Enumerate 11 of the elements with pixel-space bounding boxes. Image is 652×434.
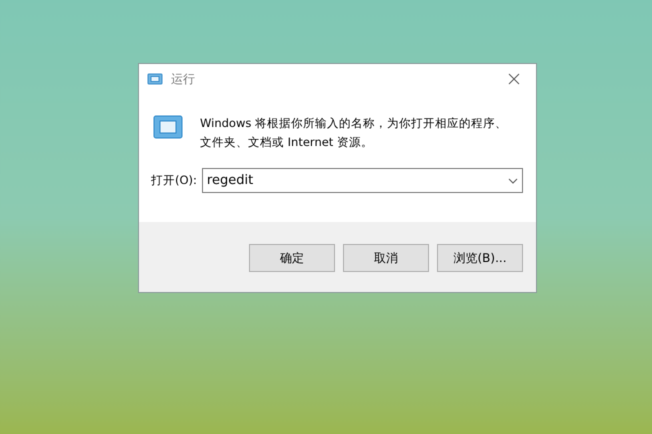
dialog-button[interactable]: 确定	[249, 244, 335, 272]
dialog-button[interactable]: 浏览(B)...	[437, 244, 523, 272]
run-icon	[147, 73, 163, 85]
window-title: 运行	[171, 71, 195, 88]
dropdown-chevron-icon	[508, 178, 518, 184]
run-icon	[152, 114, 184, 140]
dialog-button[interactable]: 取消	[343, 244, 429, 272]
close-icon	[508, 73, 520, 85]
description-text: Windows 将根据你所输入的名称，为你打开相应的程序、文件夹、文档或 Internet 资源。	[200, 115, 508, 151]
open-label: 打开(O):	[151, 172, 197, 189]
open-combobox[interactable]: regedit	[202, 168, 523, 193]
